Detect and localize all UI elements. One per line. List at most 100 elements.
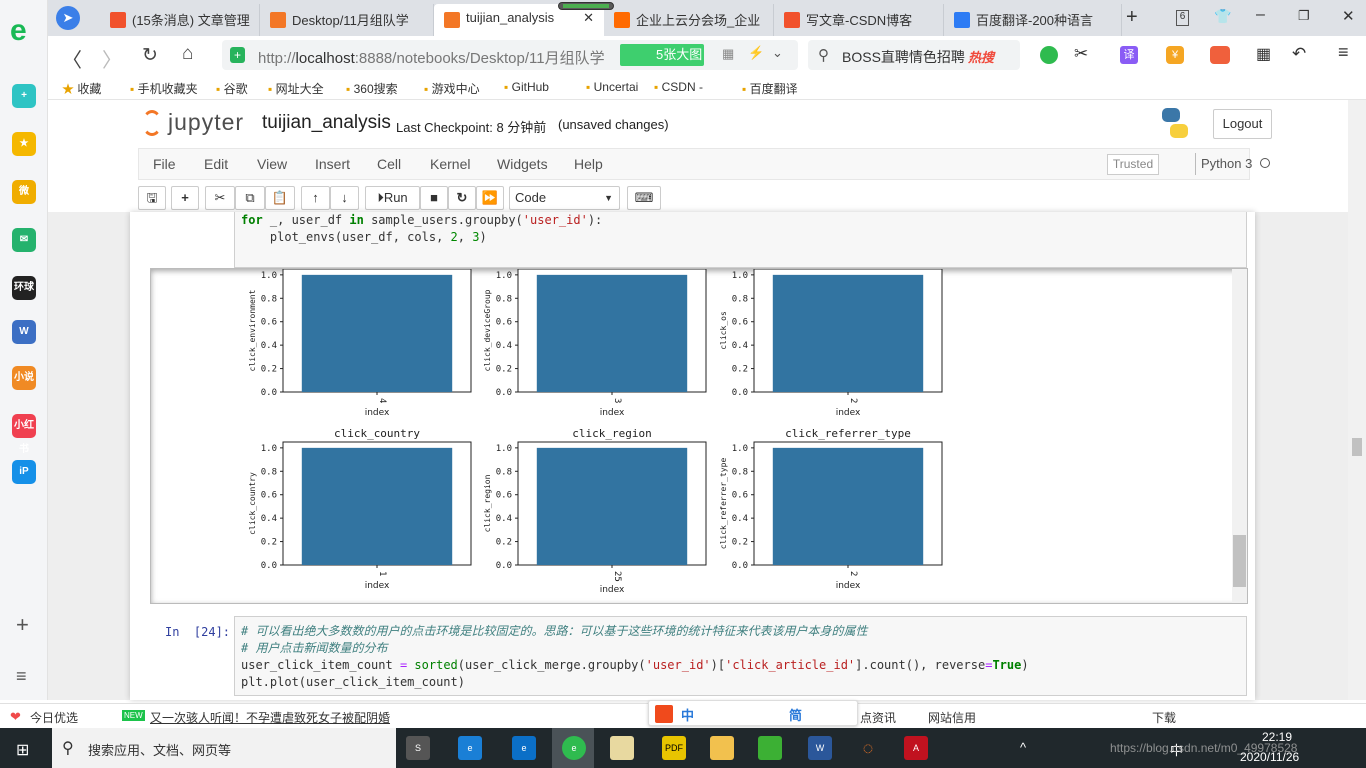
word-icon[interactable]: W bbox=[12, 320, 36, 344]
taskbar-search[interactable]: ⚲ 搜索应用、文档、网页等 bbox=[52, 728, 396, 768]
tray-expand-icon[interactable]: ^ bbox=[1020, 740, 1026, 755]
forward-button[interactable]: 〉 bbox=[102, 44, 122, 73]
bookmark-item[interactable]: ▪ 百度翻译 bbox=[742, 80, 798, 97]
start-button[interactable]: ⊞ bbox=[16, 740, 29, 760]
url-bar[interactable]: + http://localhost:8888/notebooks/Deskto… bbox=[222, 40, 798, 70]
bookmark-item[interactable]: ▪ 游戏中心 bbox=[424, 80, 480, 97]
360-browser-icon[interactable]: e bbox=[562, 736, 586, 760]
pdf-reader-icon[interactable]: PDF bbox=[662, 736, 686, 760]
menu-view[interactable]: View bbox=[257, 156, 287, 172]
weibo-icon[interactable]: 微 bbox=[12, 180, 36, 204]
qr-icon[interactable]: ▦ bbox=[722, 46, 734, 62]
close-window-button[interactable]: ✕ bbox=[1342, 7, 1355, 25]
ime-simplified[interactable]: 简 bbox=[789, 705, 802, 724]
bookmark-item[interactable]: ▪ 360搜索 bbox=[346, 80, 398, 97]
wechat-icon[interactable] bbox=[758, 736, 782, 760]
translate-icon[interactable]: 译 bbox=[1120, 46, 1138, 64]
clock-time[interactable]: 22:19 bbox=[1262, 730, 1292, 744]
url-text[interactable]: http://localhost:8888/notebooks/Desktop/… bbox=[258, 47, 605, 68]
new-tab-button[interactable]: + bbox=[1126, 6, 1138, 29]
dropdown-icon[interactable]: ⌄ bbox=[772, 45, 783, 61]
bookmark-item[interactable]: ▪ CSDN - bbox=[654, 80, 703, 94]
favorites-icon[interactable]: ★ bbox=[12, 132, 36, 156]
page-scrollbar-thumb[interactable] bbox=[1352, 438, 1362, 456]
menu-edit[interactable]: Edit bbox=[204, 156, 228, 172]
redbook-icon[interactable]: 小红书 bbox=[12, 414, 36, 455]
site-credit-link[interactable]: 网站信用 bbox=[928, 709, 976, 726]
app-icon[interactable]: S bbox=[406, 736, 430, 760]
speed-icon[interactable]: ⚡ bbox=[748, 45, 764, 61]
menu-insert[interactable]: Insert bbox=[315, 156, 350, 172]
skin-icon[interactable]: 👕 bbox=[1214, 8, 1231, 25]
code-cell-input[interactable]: # 可以看出绝大多数数的用户的点击环境是比较固定的。思路：可以基于这些环境的统计… bbox=[234, 616, 1247, 696]
news-feed-link[interactable]: 点资讯 bbox=[860, 709, 896, 726]
menu-file[interactable]: File bbox=[153, 156, 176, 172]
game-icon[interactable] bbox=[1210, 46, 1230, 64]
browser-menu-icon[interactable]: ≡ bbox=[1338, 42, 1349, 63]
output-scrollbar-thumb[interactable] bbox=[1233, 535, 1246, 587]
ie-icon[interactable]: e bbox=[458, 736, 482, 760]
ime-lang[interactable]: 中 bbox=[681, 705, 694, 724]
command-palette-button[interactable]: ⌨ bbox=[627, 186, 661, 210]
copy-button[interactable]: ⧉ bbox=[235, 186, 265, 210]
menu-widgets[interactable]: Widgets bbox=[497, 156, 548, 172]
notepad-icon[interactable] bbox=[610, 736, 634, 760]
cell-output-scrolled[interactable]: 0.0 0.2 0.4 0.6 0.8 1.0 4 index click_environmen… bbox=[150, 268, 1248, 604]
home-button[interactable]: ⌂ bbox=[182, 43, 193, 65]
menu-kernel[interactable]: Kernel bbox=[430, 156, 470, 172]
restart-run-all-button[interactable]: ⏩ bbox=[476, 186, 504, 210]
tab-0[interactable]: (15条消息) 文章管理 bbox=[100, 4, 260, 36]
acrobat-icon[interactable]: A bbox=[904, 736, 928, 760]
bookmark-item[interactable]: ▪ GitHub bbox=[504, 80, 549, 94]
code-cell-input[interactable]: for _, user_df in sample_users.groupby('… bbox=[234, 212, 1247, 268]
word-icon[interactable]: W bbox=[808, 736, 832, 760]
navigate-icon[interactable]: ➤ bbox=[56, 6, 80, 30]
minimize-button[interactable]: – bbox=[1256, 6, 1265, 24]
clock-date[interactable]: 2020/11/26 bbox=[1240, 750, 1299, 764]
extension-green-icon[interactable] bbox=[1040, 46, 1058, 64]
ip-icon[interactable]: iP bbox=[12, 460, 36, 484]
notebook-title[interactable]: tuijian_analysis bbox=[262, 112, 391, 134]
tab-count[interactable]: 6 bbox=[1176, 10, 1189, 26]
bookmark-item[interactable]: ▪ 网址大全 bbox=[268, 80, 324, 97]
logout-button[interactable]: Logout bbox=[1213, 109, 1272, 139]
menu-cell[interactable]: Cell bbox=[377, 156, 401, 172]
explorer-icon[interactable] bbox=[710, 736, 734, 760]
jupyter-logo-text[interactable]: jupyter bbox=[168, 109, 244, 136]
bookmark-item[interactable]: ★ 收藏 bbox=[62, 80, 101, 97]
move-down-button[interactable]: ↓ bbox=[330, 186, 359, 210]
global-icon[interactable]: 环球 bbox=[12, 276, 36, 300]
back-button[interactable]: 〈 bbox=[62, 44, 82, 73]
bookmark-item[interactable]: ▪ 谷歌 bbox=[216, 80, 248, 97]
menu-help[interactable]: Help bbox=[574, 156, 603, 172]
add-app-icon[interactable]: + bbox=[12, 84, 36, 108]
move-up-button[interactable]: ↑ bbox=[301, 186, 330, 210]
tab-1[interactable]: Desktop/11月组队学 bbox=[260, 4, 434, 36]
undo-icon[interactable]: ↶ bbox=[1292, 44, 1306, 64]
tab-5[interactable]: 百度翻译-200种语言 bbox=[944, 4, 1122, 36]
list-icon[interactable]: ≡ bbox=[16, 666, 27, 687]
paste-button[interactable]: 📋 bbox=[265, 186, 295, 210]
search-box[interactable]: ⚲ BOSS直聘情色招聘 热搜 bbox=[808, 40, 1020, 70]
bookmark-item[interactable]: ▪ Uncertai bbox=[586, 80, 638, 94]
interrupt-button[interactable]: ■ bbox=[420, 186, 448, 210]
mail-icon[interactable]: ✉ bbox=[12, 228, 36, 252]
run-button[interactable]: ⏵Run bbox=[365, 186, 420, 210]
edge-icon[interactable]: e bbox=[512, 736, 536, 760]
tab-3[interactable]: 企业上云分会场_企业 bbox=[604, 4, 774, 36]
downloads-link[interactable]: 下载 bbox=[1152, 709, 1176, 726]
daily-picks-link[interactable]: 今日优选 bbox=[30, 709, 78, 726]
novel-icon[interactable]: 小说 bbox=[12, 366, 36, 390]
close-tab-icon[interactable]: ✕ bbox=[583, 10, 594, 26]
restart-button[interactable]: ↻ bbox=[448, 186, 476, 210]
bookmark-item[interactable]: ▪ 手机收藏夹 bbox=[130, 80, 198, 97]
ime-toolbar[interactable]: 中 简 bbox=[648, 700, 858, 726]
add-icon[interactable]: + bbox=[16, 612, 29, 638]
apps-grid-icon[interactable]: ▦ bbox=[1256, 44, 1271, 64]
trusted-indicator[interactable]: Trusted bbox=[1107, 154, 1159, 175]
coupon-icon[interactable]: ¥ bbox=[1166, 46, 1184, 64]
insert-cell-button[interactable]: + bbox=[171, 186, 199, 210]
jupyter-icon[interactable]: ◌ bbox=[856, 736, 880, 760]
reload-button[interactable]: ↻ bbox=[142, 44, 158, 67]
output-scrollbar[interactable] bbox=[1232, 269, 1247, 603]
